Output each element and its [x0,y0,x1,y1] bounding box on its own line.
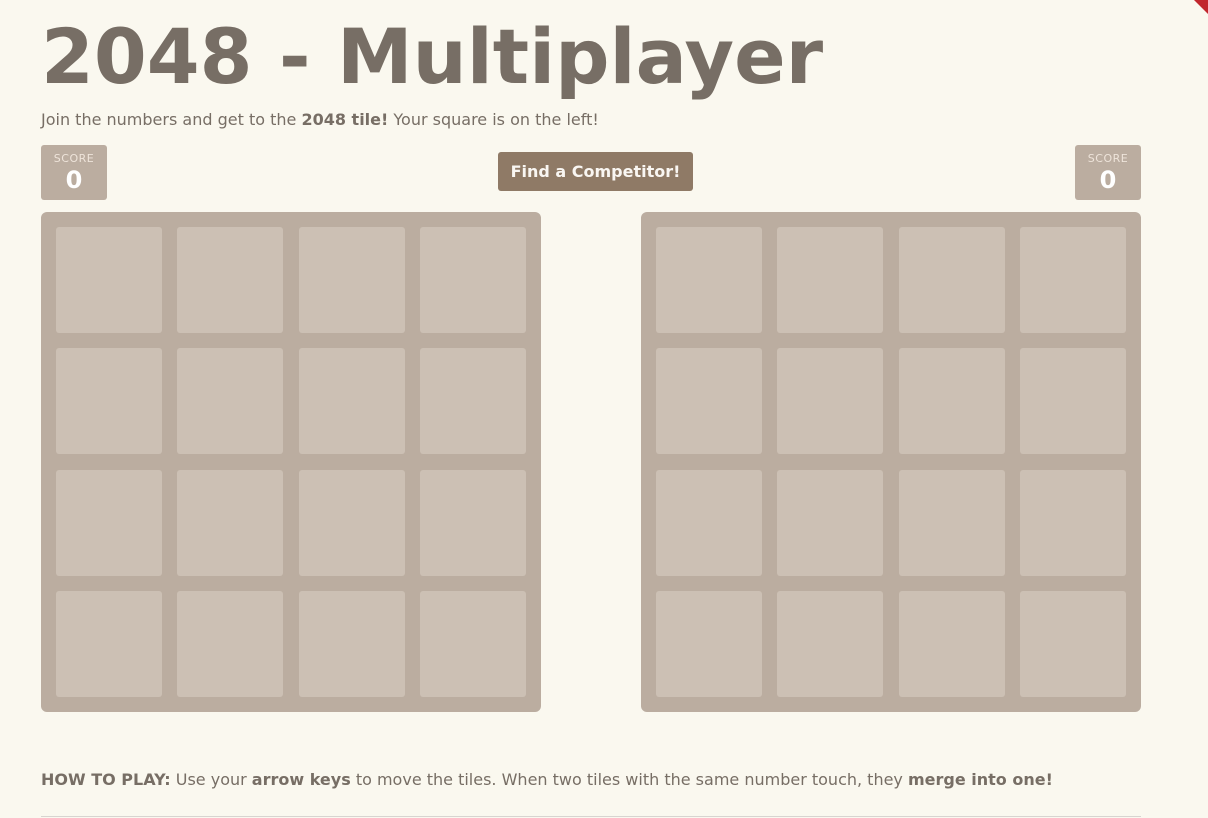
competitor-grid-cell [777,348,883,454]
player-grid-cell [177,227,283,333]
competitor-grid-cell [1020,348,1126,454]
divider [41,816,1141,817]
competitor-grid-cell [899,470,1005,576]
competitor-grid-cell [899,348,1005,454]
how-to-play-text-1: Use your [170,770,252,789]
corner-ribbon[interactable] [1194,0,1208,14]
player-grid-cell [177,591,283,697]
page-title: 2048 - Multiplayer [41,12,824,101]
how-to-play-bold-1: arrow keys [251,770,351,789]
competitor-grid-cell [1020,227,1126,333]
competitor-board [641,212,1141,712]
player-grid-cell [56,470,162,576]
player-grid-cell [177,348,283,454]
intro-bold: 2048 tile! [301,110,389,129]
competitor-score-box: SCORE 0 [1075,145,1141,200]
competitor-grid-cell [656,470,762,576]
how-to-play-bold-2: merge into one! [907,770,1053,789]
competitor-score-value: 0 [1099,166,1117,194]
player-grid-cell [299,470,405,576]
competitor-grid-cell [777,470,883,576]
player-grid-cell [56,227,162,333]
competitor-grid-cell [899,591,1005,697]
competitor-grid-cell [1020,591,1126,697]
competitor-grid-cell [1020,470,1126,576]
intro-prefix: Join the numbers and get to the [41,110,302,129]
player-grid-cell [56,591,162,697]
how-to-play-text-2: to move the tiles. When two tiles with t… [350,770,908,789]
competitor-grid-cell [899,227,1005,333]
player-grid-cell [420,470,526,576]
player-score-box: SCORE 0 [41,145,107,200]
player-grid-cell [299,227,405,333]
competitor-score-label: SCORE [1087,152,1129,165]
page: 2048 - Multiplayer Join the numbers and … [0,0,1208,818]
player-grid-cell [420,591,526,697]
find-competitor-button[interactable]: Find a Competitor! [498,152,693,191]
competitor-grid-cell [777,591,883,697]
player-grid-cell [420,227,526,333]
how-to-play: HOW TO PLAY: Use your arrow keys to move… [41,769,1053,791]
how-to-play-label: HOW TO PLAY: [41,770,171,789]
competitor-grid-cell [656,348,762,454]
competitor-grid-cell [777,227,883,333]
competitor-grid-cell [656,227,762,333]
player-grid-cell [299,348,405,454]
competitor-grid-cell [656,591,762,697]
player-grid-cell [177,470,283,576]
intro-text: Join the numbers and get to the 2048 til… [41,109,599,131]
player-score-label: SCORE [53,152,95,165]
player-grid-cell [299,591,405,697]
player-score-value: 0 [65,166,83,194]
player-grid-cell [420,348,526,454]
player-grid-cell [56,348,162,454]
player-board[interactable] [41,212,541,712]
intro-suffix: Your square is on the left! [388,110,599,129]
